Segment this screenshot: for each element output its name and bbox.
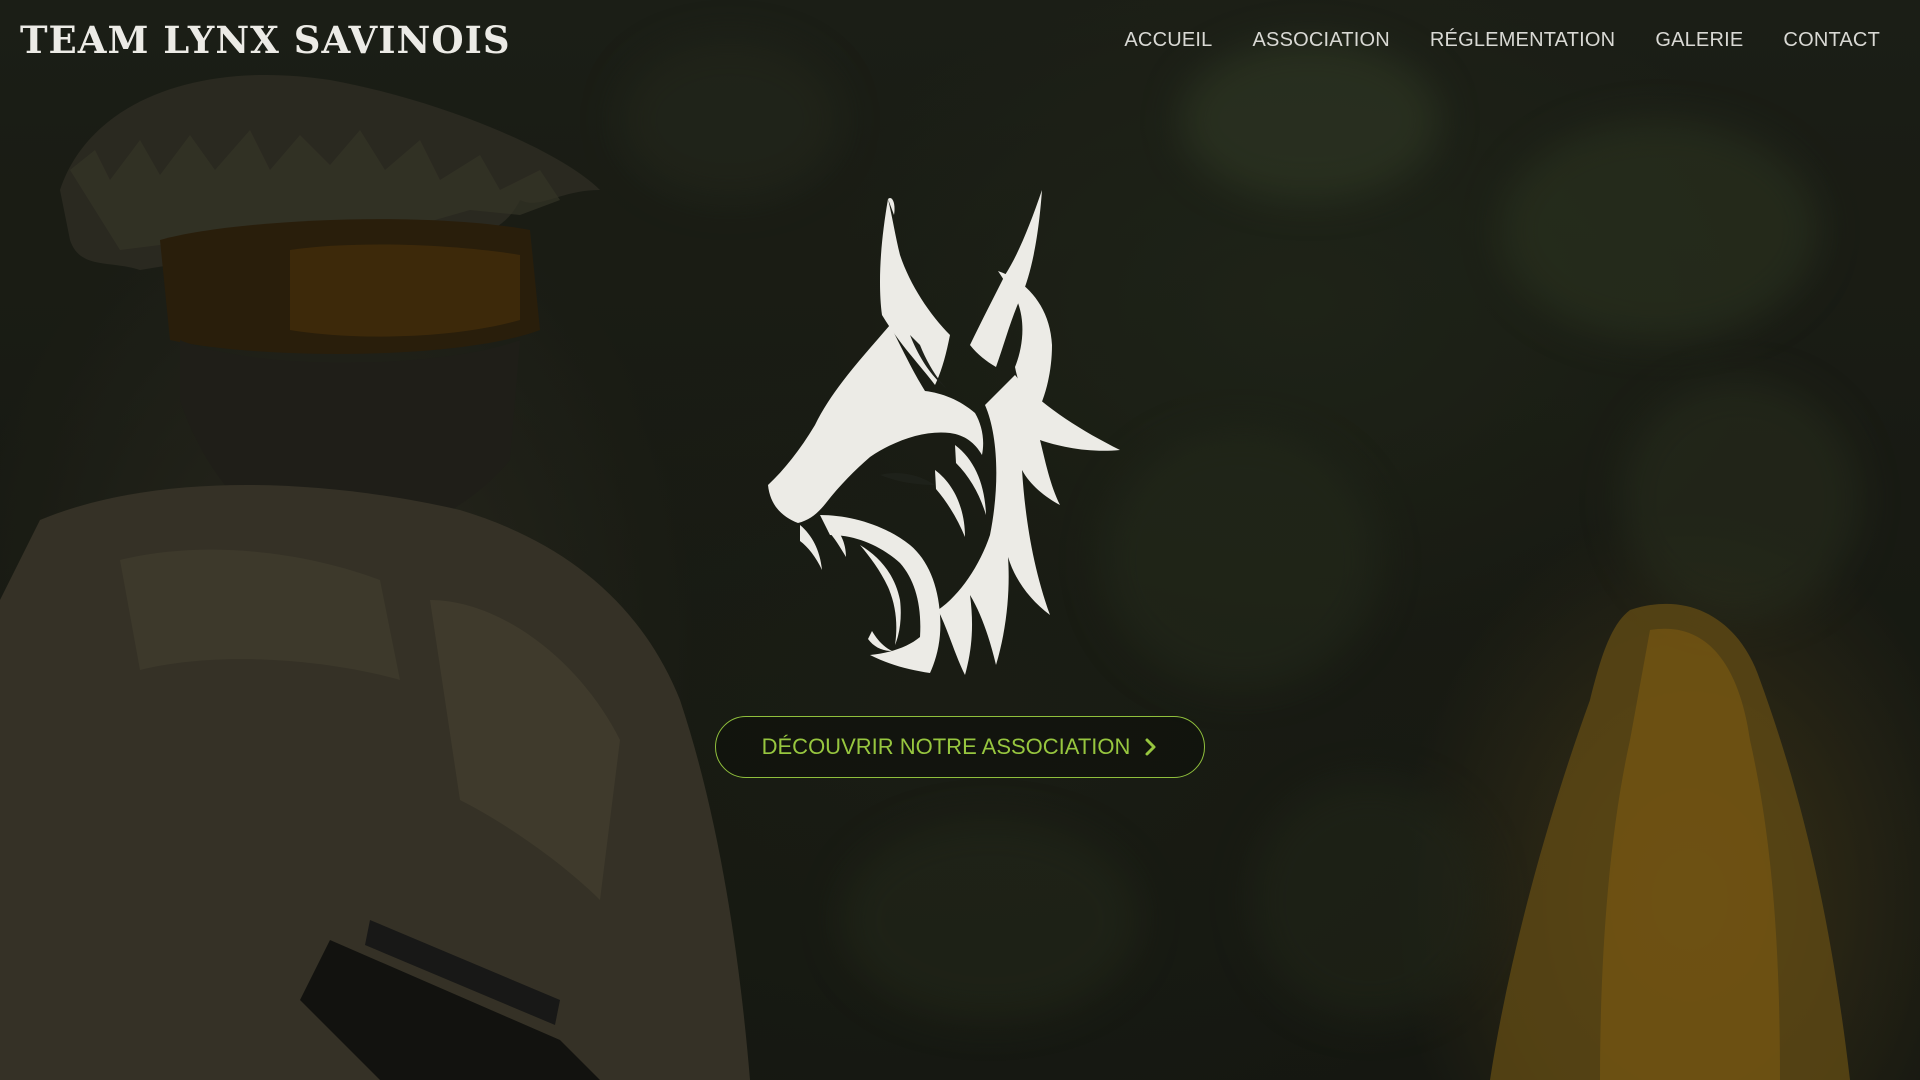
nav-item-galerie[interactable]: GALERIE — [1655, 29, 1743, 52]
lynx-head-icon — [768, 190, 1120, 675]
chevron-right-icon — [1145, 738, 1156, 756]
brand-logo-text[interactable]: TEAM LYNX SAVINOIS — [20, 18, 511, 62]
background-bokeh — [1620, 380, 1860, 620]
background-bokeh — [1250, 780, 1490, 1020]
background-bokeh — [840, 820, 1140, 1020]
nav-item-reglementation[interactable]: RÉGLEMENTATION — [1430, 29, 1615, 52]
nav-item-accueil[interactable]: ACCUEIL — [1124, 29, 1212, 52]
soldier-photo — [0, 74, 750, 1080]
navbar: TEAM LYNX SAVINOIS ACCUEIL ASSOCIATION R… — [0, 0, 1920, 80]
hero-section: TEAM LYNX SAVINOIS ACCUEIL ASSOCIATION R… — [0, 0, 1920, 1080]
nav-item-association[interactable]: ASSOCIATION — [1252, 29, 1389, 52]
nav-links: ACCUEIL ASSOCIATION RÉGLEMENTATION GALER… — [1124, 29, 1880, 52]
cta-label: DÉCOUVRIR NOTRE ASSOCIATION — [761, 734, 1131, 759]
nav-item-contact[interactable]: CONTACT — [1783, 29, 1880, 52]
lynx-logo — [760, 185, 1160, 680]
player-figure-photo — [1490, 603, 1850, 1080]
background-bokeh — [1500, 120, 1820, 340]
discover-association-button[interactable]: DÉCOUVRIR NOTRE ASSOCIATION — [715, 716, 1205, 778]
